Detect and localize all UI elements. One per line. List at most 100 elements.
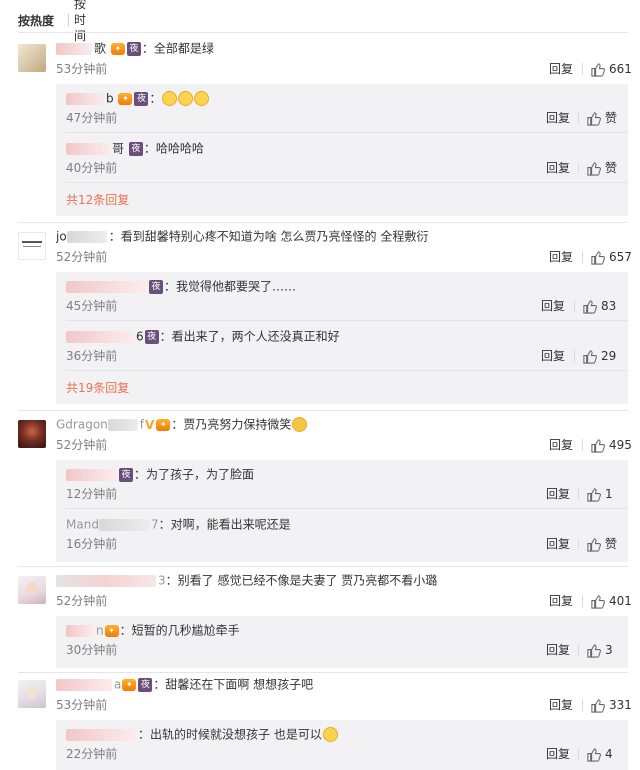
thumb-up-icon xyxy=(587,643,601,658)
user-name-tail[interactable]: 3 xyxy=(158,574,166,588)
like-button[interactable]: 赞 xyxy=(586,110,617,126)
user-name-blurred[interactable] xyxy=(66,92,104,105)
like-button[interactable]: 赞 xyxy=(586,160,617,176)
user-name-blurred[interactable] xyxy=(107,418,138,431)
avatar[interactable] xyxy=(18,576,46,604)
user-name-blurred[interactable] xyxy=(66,624,94,637)
user-name-tail[interactable]: f xyxy=(140,418,144,432)
avatar[interactable] xyxy=(18,420,46,448)
like-button[interactable]: 661 xyxy=(590,61,632,77)
comment-time: 52分钟前 xyxy=(56,250,108,264)
night-badge-icon: 夜 xyxy=(134,91,149,106)
night-badge-icon: 夜 xyxy=(128,141,143,156)
reply-button[interactable]: 回复 xyxy=(549,61,573,77)
reply-button[interactable]: 回复 xyxy=(549,697,573,713)
reply-divider xyxy=(66,182,628,183)
like-button[interactable]: 401 xyxy=(590,593,632,609)
like-button[interactable]: 29 xyxy=(582,348,616,364)
reply-time: 45分钟前 xyxy=(66,299,118,313)
avatar[interactable] xyxy=(18,680,46,708)
user-name-blurred[interactable] xyxy=(66,142,110,155)
smile-emoji-icon xyxy=(292,417,308,432)
user-name-blurred[interactable] xyxy=(56,574,156,587)
thumb-up-icon xyxy=(591,62,605,77)
reply-button[interactable]: 回复 xyxy=(546,110,570,126)
more-replies-link[interactable]: 共12条回复 xyxy=(66,192,129,208)
like-count: 赞 xyxy=(605,537,618,551)
like-button[interactable]: 1 xyxy=(586,486,613,502)
user-name-tail[interactable]: 6 xyxy=(136,330,144,344)
more-replies-link[interactable]: 共19条回复 xyxy=(66,380,129,396)
sweat-emoji-icon xyxy=(322,727,338,742)
reply-text-line: b ✦ 夜： xyxy=(66,90,618,106)
sort-by-time-tab[interactable]: 按时间 xyxy=(74,0,86,44)
comment-divider xyxy=(18,566,628,567)
comment-text: ：别看了 感觉已经不像是夫妻了 贾乃亮都不看小璐 xyxy=(165,573,438,588)
sort-by-hot-tab[interactable]: 按热度 xyxy=(18,12,54,29)
like-button[interactable]: 83 xyxy=(582,298,616,314)
like-button[interactable]: 331 xyxy=(590,697,632,713)
comment-item: 歌 ✦ 夜：全部都是绿 53分钟前 回复 661 b ✦ 夜： 47分钟前 回复 赞… xyxy=(0,40,640,216)
cat-emoji-icon xyxy=(178,91,194,106)
reply-time: 22分钟前 xyxy=(66,747,118,761)
like-button[interactable]: 4 xyxy=(586,746,613,762)
user-name-tail[interactable]: n xyxy=(96,624,104,638)
user-name-blurred[interactable] xyxy=(66,728,136,741)
user-name-blurred[interactable] xyxy=(56,678,112,691)
user-name-blurred[interactable] xyxy=(66,330,134,343)
reply-divider xyxy=(66,132,628,133)
reply-divider xyxy=(66,370,628,371)
reply-button[interactable]: 回复 xyxy=(549,593,573,609)
reply-button[interactable]: 回复 xyxy=(549,249,573,265)
comment-text-line: Gdragon fV ✦ ：贾乃亮努力保持微笑 xyxy=(56,416,628,432)
user-name-head[interactable]: jo xyxy=(56,230,67,244)
like-count: 495 xyxy=(609,438,632,452)
thumb-up-icon xyxy=(587,747,601,762)
like-button[interactable]: 657 xyxy=(590,249,632,265)
cat-emoji-icon xyxy=(194,91,210,106)
user-name-blurred[interactable] xyxy=(66,230,107,243)
reply-button[interactable]: 回复 xyxy=(546,746,570,762)
user-name-blurred[interactable] xyxy=(66,280,146,293)
like-count: 661 xyxy=(609,62,632,76)
reply-button[interactable]: 回复 xyxy=(546,160,570,176)
reply-button[interactable]: 回复 xyxy=(541,348,565,364)
reply-button[interactable]: 回复 xyxy=(549,437,573,453)
avatar[interactable] xyxy=(18,232,46,260)
comment-time: 53分钟前 xyxy=(56,698,108,712)
like-button[interactable]: 赞 xyxy=(586,536,617,552)
reply-text: ： xyxy=(149,91,162,106)
reply-text-line: 夜：我觉得他都要哭了…… xyxy=(66,278,618,294)
reply-text-line: 哥 夜：哈哈哈哈 xyxy=(66,140,618,156)
night-badge-icon: 夜 xyxy=(149,279,163,294)
user-name-head[interactable]: Gdragon xyxy=(56,418,108,432)
user-name-tail[interactable]: a xyxy=(114,678,121,692)
user-name-tail[interactable]: b xyxy=(106,92,114,106)
user-name-tail[interactable]: 7 xyxy=(151,518,159,532)
like-count: 赞 xyxy=(605,161,618,175)
reply-button[interactable]: 回复 xyxy=(546,642,570,658)
user-name-tail[interactable]: 哥 xyxy=(112,142,124,156)
thumb-up-icon xyxy=(587,111,601,126)
like-button[interactable]: 495 xyxy=(590,437,632,453)
reply-time: 12分钟前 xyxy=(66,487,118,501)
reply-text: ：短暂的几秒尴尬牵手 xyxy=(119,623,240,638)
thumb-up-icon xyxy=(587,537,601,552)
night-badge-icon: 夜 xyxy=(138,677,153,692)
reply-button[interactable]: 回复 xyxy=(546,536,570,552)
user-name-blurred[interactable] xyxy=(66,468,116,481)
user-name-blurred[interactable] xyxy=(98,518,149,531)
user-name-blurred[interactable] xyxy=(56,42,92,55)
user-name-tail[interactable]: 歌 xyxy=(94,42,106,56)
reply-text-line: 6 夜：看出来了，两个人还没真正和好 xyxy=(66,328,618,344)
reply-button[interactable]: 回复 xyxy=(541,298,565,314)
avatar[interactable] xyxy=(18,44,46,72)
like-count: 401 xyxy=(609,594,632,608)
like-button[interactable]: 3 xyxy=(586,642,613,658)
thumb-up-icon xyxy=(587,161,601,176)
reply-text: ：看出来了，两个人还没真正和好 xyxy=(159,329,340,344)
comment-divider xyxy=(18,672,628,673)
user-name-head[interactable]: Mand xyxy=(66,518,99,532)
reply-button[interactable]: 回复 xyxy=(546,486,570,502)
like-count: 657 xyxy=(609,250,632,264)
